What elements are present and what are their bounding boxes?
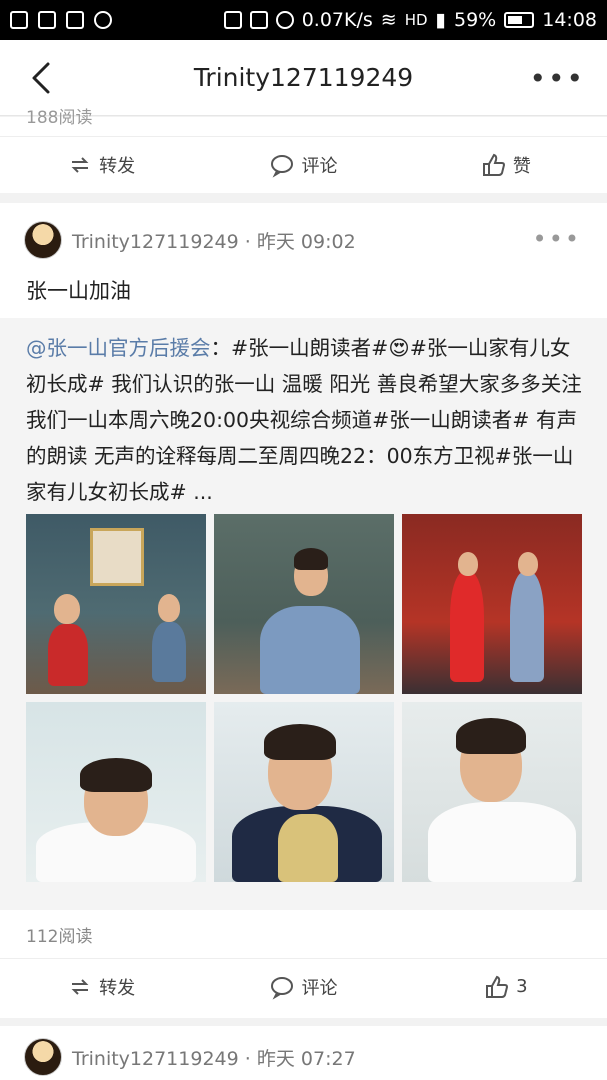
repost-icon <box>71 156 89 173</box>
figure-hair <box>456 718 526 754</box>
figure-white-jacket <box>428 802 576 882</box>
like-button[interactable]: 3 <box>405 959 607 1014</box>
grid-notification-icon <box>66 11 84 29</box>
photo-grid <box>26 514 582 884</box>
forward-label: 转发 <box>99 155 136 177</box>
previous-action-bar: 转发 评论 赞 <box>0 136 607 192</box>
figure-head <box>158 594 180 622</box>
photo-5[interactable] <box>214 702 394 882</box>
read-count: 112阅读 <box>26 927 93 947</box>
figure-suit <box>260 606 360 694</box>
more-menu-icon[interactable]: ••• <box>529 62 585 95</box>
mute-icon <box>249 11 268 29</box>
figure-red <box>48 624 88 686</box>
figure-hair <box>294 548 328 570</box>
bag-notification-icon <box>38 11 56 29</box>
like-label: 赞 <box>512 155 531 177</box>
separator: · <box>244 1047 251 1070</box>
like-count: 3 <box>516 976 528 997</box>
photo-1[interactable] <box>26 514 206 694</box>
image-notification-icon <box>10 11 28 29</box>
figure-hair <box>264 724 336 760</box>
back-icon[interactable] <box>24 58 60 98</box>
post-author[interactable]: Trinity127119249 · 昨天 07:27 <box>72 1044 356 1071</box>
post-action-bar: 转发 评论 3 <box>0 958 607 1014</box>
avatar[interactable] <box>24 221 62 259</box>
battery-percent: 59% <box>454 9 497 31</box>
thumbs-up-icon <box>482 153 505 176</box>
post-text: 张一山加油 <box>26 279 131 303</box>
comment-icon <box>271 976 294 1000</box>
repost-text: @张一山官方后援会：#张一山朗读者#😍#张一山家有儿女初长成# 我们认识的张一山… <box>26 330 586 510</box>
nfc-icon <box>223 11 242 29</box>
figure-head <box>518 552 538 576</box>
forward-label: 转发 <box>99 977 136 999</box>
mention-link[interactable]: @张一山官方后援会 <box>26 336 211 360</box>
forward-button[interactable]: 转发 <box>0 959 202 1014</box>
post-header-2: Trinity127119249 · 昨天 07:27 <box>24 1038 356 1076</box>
comment-button[interactable]: 评论 <box>202 137 404 192</box>
photo-6[interactable] <box>402 702 582 882</box>
status-bar: 0.07K/s ≋ HD ▮ 59% 14:08 <box>0 0 607 40</box>
painting-decor <box>90 528 144 586</box>
figure-red-suit <box>450 572 484 682</box>
clock: 14:08 <box>542 9 597 31</box>
separator: · <box>244 230 251 253</box>
page-title: Trinity127119249 <box>193 63 414 92</box>
avatar[interactable] <box>24 1038 62 1076</box>
post-author[interactable]: Trinity127119249 · 昨天 09:02 <box>72 227 356 254</box>
like-button[interactable]: 赞 <box>405 137 607 192</box>
previous-reads: 188阅读 <box>26 108 93 128</box>
comment-button[interactable]: 评论 <box>202 959 404 1014</box>
thumbs-up-icon <box>486 975 509 998</box>
photo-2[interactable] <box>214 514 394 694</box>
wifi-icon: ≋ <box>380 9 397 31</box>
record-notification-icon <box>94 11 112 29</box>
post-card-2: Trinity127119249 · 昨天 07:27 <box>0 1026 607 1080</box>
figure-vest <box>278 814 338 882</box>
network-speed: 0.07K/s <box>301 9 373 31</box>
username[interactable]: Trinity127119249 <box>72 1048 239 1070</box>
battery-icon <box>504 12 535 28</box>
post-card: Trinity127119249 · 昨天 09:02 ••• 张一山加油 @张… <box>0 203 607 1018</box>
status-left-icons <box>10 11 112 29</box>
photo-3[interactable] <box>402 514 582 694</box>
post-more-icon[interactable]: ••• <box>533 225 581 253</box>
forward-button[interactable]: 转发 <box>0 137 202 192</box>
username[interactable]: Trinity127119249 <box>72 231 239 253</box>
figure-head <box>54 594 80 624</box>
figure-blue <box>152 622 186 682</box>
alarm-icon <box>275 11 294 29</box>
comment-label: 评论 <box>301 977 338 999</box>
post-time: 昨天 07:27 <box>256 1047 356 1070</box>
figure-head <box>458 552 478 576</box>
signal-icon: ▮ <box>435 9 446 31</box>
status-right: 0.07K/s ≋ HD ▮ 59% 14:08 <box>223 9 597 31</box>
post-header: Trinity127119249 · 昨天 09:02 <box>24 221 356 259</box>
comment-label: 评论 <box>301 155 338 177</box>
hd-label: HD <box>404 11 428 29</box>
figure-blue-suit <box>510 572 544 682</box>
comment-icon <box>271 154 294 178</box>
repost-icon <box>71 978 89 995</box>
repost-block[interactable]: @张一山官方后援会：#张一山朗读者#😍#张一山家有儿女初长成# 我们认识的张一山… <box>0 318 607 910</box>
figure-hair <box>80 758 152 792</box>
repost-body: ：#张一山朗读者#😍#张一山家有儿女初长成# 我们认识的张一山 温暖 阳光 善良… <box>26 336 582 504</box>
post-time: 昨天 09:02 <box>256 230 356 253</box>
photo-4[interactable] <box>26 702 206 882</box>
